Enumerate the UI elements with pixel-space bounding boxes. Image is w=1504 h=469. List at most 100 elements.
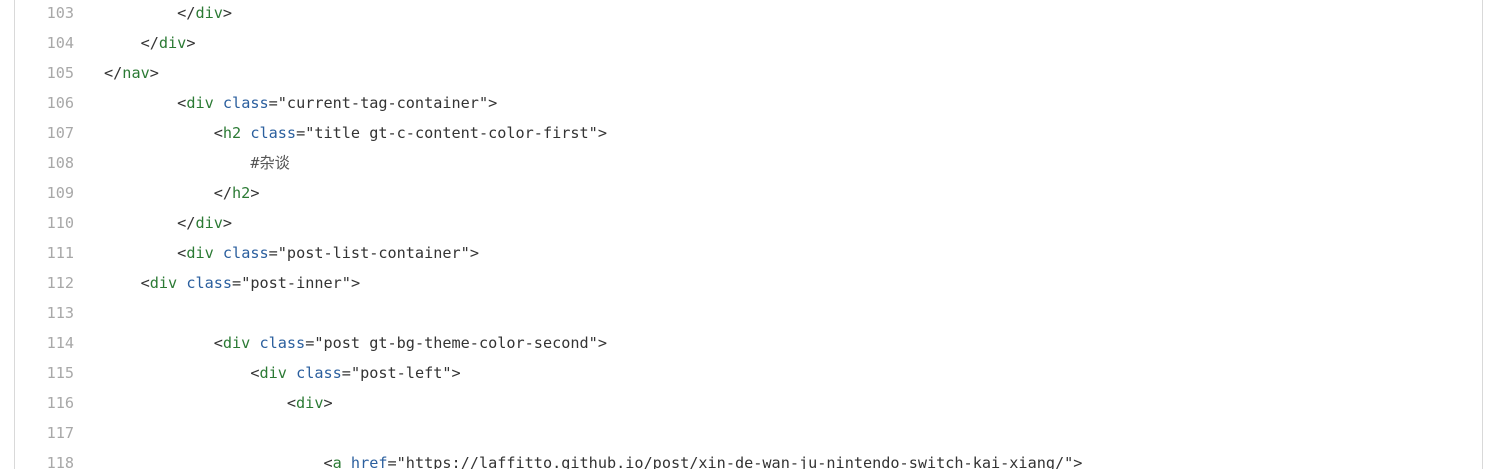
punctuation (177, 274, 186, 292)
punctuation: > (488, 94, 498, 112)
punctuation: < (177, 94, 187, 112)
tag-name: div (195, 214, 223, 232)
line-number: 107 (46, 124, 74, 142)
punctuation (214, 94, 223, 112)
punctuation: < (140, 274, 150, 292)
line-number: 106 (46, 94, 74, 112)
punctuation (342, 454, 351, 469)
line-code: </div> (104, 0, 232, 28)
code-line: 104 </div> (15, 28, 1482, 58)
punctuation: = (387, 454, 397, 469)
tag-name: nav (122, 64, 150, 82)
punctuation: > (186, 34, 196, 52)
attribute-name: class (259, 334, 306, 352)
tag-name: div (296, 394, 324, 412)
attribute-name: href (350, 454, 388, 469)
punctuation: = (268, 244, 278, 262)
punctuation: < (213, 334, 223, 352)
code-lines: 103 </div> 104 </div> 105 </nav> 106 <div cl… (15, 0, 1482, 469)
tag-name: a (332, 454, 342, 469)
attribute-name: class (222, 94, 269, 112)
code-line: 108 #杂谈 (15, 148, 1482, 178)
punctuation: </ (104, 64, 123, 82)
tag-name: div (259, 364, 287, 382)
line-number: 118 (46, 454, 74, 469)
tag-name: div (186, 94, 214, 112)
punctuation: > (597, 334, 607, 352)
punctuation: > (149, 64, 159, 82)
attribute-name: class (250, 124, 297, 142)
punctuation: > (323, 394, 333, 412)
code-line: 116 <div> (15, 388, 1482, 418)
code-line: 105 </nav> (15, 58, 1482, 88)
line-number: 116 (46, 394, 74, 412)
code-line: 109 </h2> (15, 178, 1482, 208)
line-code: </div> (104, 208, 232, 238)
code-line: 114 <div class="post gt-bg-theme-color-s… (15, 328, 1482, 358)
line-number: 113 (46, 304, 74, 322)
punctuation: > (469, 244, 479, 262)
attribute-name: class (296, 364, 342, 382)
line-number: 108 (46, 154, 74, 172)
line-code: <div> (104, 388, 333, 418)
attribute-value: "post-inner" (241, 274, 351, 292)
tag-name: h2 (232, 184, 251, 202)
tag-name: div (195, 4, 223, 22)
punctuation: > (222, 214, 233, 232)
line-number: 114 (46, 334, 74, 352)
code-line: 107 <h2 class="title gt-c-content-color-… (15, 118, 1482, 148)
line-number: 103 (46, 4, 74, 22)
tag-name: div (158, 34, 187, 52)
line-code: <div class="current-tag-container"> (104, 88, 497, 118)
code-line: 110 </div> (15, 208, 1482, 238)
punctuation: = (305, 334, 315, 352)
attribute-value: "title gt-c-content-color-first" (305, 124, 598, 142)
punctuation: < (213, 124, 223, 142)
line-code: <h2 class="title gt-c-content-color-firs… (104, 118, 607, 148)
punctuation: </ (140, 34, 159, 52)
attribute-value: "post-list-container" (277, 244, 470, 262)
code-line: 115 <div class="post-left"> (15, 358, 1482, 388)
tag-name: div (186, 244, 214, 262)
punctuation (214, 244, 223, 262)
attribute-value: "https://laffitto.github.io/post/xin-de-… (396, 454, 1074, 469)
attribute-name: class (186, 274, 233, 292)
source-code-viewer[interactable]: 103 </div> 104 </div> 105 </nav> 106 <div cl… (14, 0, 1483, 469)
attribute-name: class (222, 244, 269, 262)
punctuation (287, 364, 296, 382)
line-code: <div class="post-left"> (104, 358, 460, 388)
punctuation: < (323, 454, 333, 469)
punctuation: > (597, 124, 607, 142)
punctuation: </ (177, 214, 196, 232)
line-code: </h2> (104, 178, 260, 208)
punctuation: = (296, 124, 306, 142)
punctuation: > (1073, 454, 1083, 469)
line-code: #杂谈 (104, 148, 290, 178)
attribute-value: "post gt-bg-theme-color-second" (314, 334, 598, 352)
line-number: 110 (46, 214, 74, 232)
text-content: #杂谈 (250, 154, 290, 172)
line-number: 104 (46, 34, 74, 52)
line-code: <a href="https://laffitto.github.io/post… (104, 448, 1082, 469)
punctuation (241, 124, 250, 142)
tag-name: div (149, 274, 178, 292)
line-number: 109 (46, 184, 74, 202)
punctuation: = (341, 364, 351, 382)
attribute-value: "post-left" (350, 364, 452, 382)
line-number: 111 (46, 244, 74, 262)
code-line: 106 <div class="current-tag-container"> (15, 88, 1482, 118)
punctuation: < (177, 244, 187, 262)
line-code: <div class="post gt-bg-theme-color-secon… (104, 328, 607, 358)
line-code: <div class="post-inner"> (104, 268, 361, 298)
code-line: 118 <a href="https://laffitto.github.io/… (15, 448, 1482, 469)
code-line: 111 <div class="post-list-container"> (15, 238, 1482, 268)
